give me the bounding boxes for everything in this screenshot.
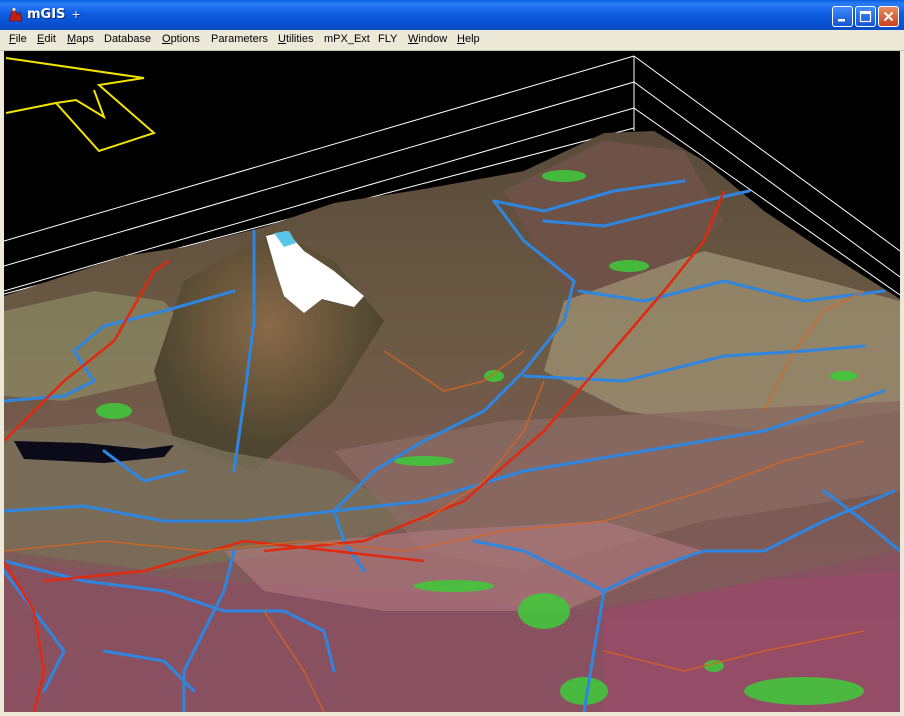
close-icon	[883, 11, 894, 22]
menu-window[interactable]: Window	[408, 33, 447, 45]
menu-edit[interactable]: Edit	[37, 33, 56, 45]
close-button[interactable]	[878, 6, 899, 27]
map-3d-viewport[interactable]	[4, 51, 900, 712]
maximize-icon	[859, 10, 872, 23]
menu-mpx-ext[interactable]: mPX_Ext	[324, 33, 370, 45]
menu-fly[interactable]: FLY	[378, 33, 397, 45]
window-title: mGIS +	[27, 7, 81, 22]
maximize-button[interactable]	[855, 6, 876, 27]
menu-parameters[interactable]: Parameters	[211, 33, 268, 45]
window-border-right	[900, 51, 904, 712]
minimize-icon	[838, 19, 845, 22]
app-logo-icon	[8, 7, 23, 22]
north-arrow	[5, 57, 156, 153]
menu-bar: File Edit Maps Database Options Paramete…	[0, 30, 904, 51]
window-border-bottom	[0, 712, 904, 716]
window-title-marker: +	[71, 8, 81, 21]
menu-options[interactable]: Options	[162, 33, 200, 45]
minimize-button[interactable]	[832, 6, 853, 27]
menu-file[interactable]: File	[9, 33, 27, 45]
menu-maps[interactable]: Maps	[67, 33, 94, 45]
menu-database[interactable]: Database	[104, 33, 151, 45]
menu-utilities[interactable]: Utilities	[278, 33, 313, 45]
terrain-scene[interactable]	[4, 51, 900, 712]
title-bar[interactable]: mGIS +	[0, 0, 904, 30]
app-window: mGIS + File Edit Maps Database Options Pa…	[0, 0, 904, 716]
terrain-surface	[4, 131, 900, 712]
menu-help[interactable]: Help	[457, 33, 480, 45]
window-title-text: mGIS	[27, 7, 66, 22]
